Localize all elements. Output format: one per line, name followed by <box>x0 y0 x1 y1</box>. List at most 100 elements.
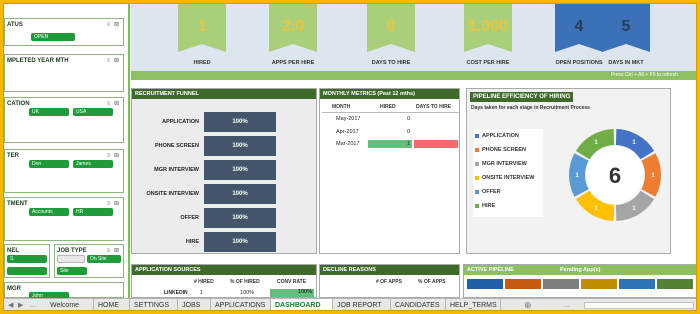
legend-label: MGR INTERVIEW <box>482 161 527 167</box>
sheet-tab-welcome[interactable]: Welcome <box>46 299 94 310</box>
slicer-manager[interactable]: MGR John <box>4 282 124 300</box>
legend-label: APPLICATION <box>482 133 519 139</box>
filter-clear-icon[interactable]: ≡ ⊠ <box>107 21 120 28</box>
kpi-label: APPS PER HIRE <box>271 60 315 66</box>
slicer-title: NEL <box>7 248 19 254</box>
kpi-label: HIRED <box>193 60 211 66</box>
kpi-banner: 1,000 <box>464 4 512 52</box>
legend-swatch <box>475 189 479 194</box>
slicer-completed-year-month[interactable]: MPLETED YEAR MTH ≡ ⊠ <box>4 54 124 92</box>
hired-cell: 1 <box>407 141 411 147</box>
slicer-chip-site[interactable]: Site <box>57 267 87 275</box>
tab-more-right-icon[interactable]: ... <box>564 299 570 310</box>
slicer-chip-s[interactable]: S <box>7 255 47 263</box>
kpi-value: 2.0 <box>281 18 305 35</box>
tab-more-left-icon[interactable]: ... <box>30 299 36 310</box>
filter-clear-icon[interactable]: ≡ ⊠ <box>107 247 120 254</box>
slicer-job-type[interactable]: JOB TYPE ≡ ⊠ On Site Site <box>54 244 124 278</box>
slicer-chip-on-site[interactable]: On Site <box>87 255 121 263</box>
slicer-chip-blank-job[interactable] <box>57 255 85 263</box>
legend-label: HIRE <box>482 203 496 209</box>
col-header-hired: HIRED <box>380 104 396 110</box>
funnel-bar: 100% <box>204 112 276 132</box>
section-divider <box>128 4 130 298</box>
sheet-tab-home[interactable]: HOME <box>94 299 130 310</box>
decline-reasons-panel: DECLINE REASONS # OF APPS % OF APPS <box>319 264 460 298</box>
monthly-metrics-panel: MONTHLY METRICS (Past 12 mths) MONTH HIR… <box>319 88 460 254</box>
kpi-value: 5 <box>621 18 631 35</box>
kpi-label: OPEN POSITIONS <box>555 60 603 66</box>
slicer-chip-james[interactable]: James <box>73 160 113 168</box>
tab-scroll-right-icon[interactable]: ▶ <box>18 299 23 310</box>
legend-swatch <box>475 203 479 208</box>
sheet-tab-dashboard[interactable]: DASHBOARD <box>271 299 333 310</box>
panel-title: DECLINE REASONS <box>320 265 459 275</box>
pipeline-stage-strip <box>543 279 579 289</box>
funnel-label: OFFER <box>180 215 199 221</box>
slicer-title: TMENT <box>7 201 28 207</box>
slicer-title: JOB TYPE <box>57 248 87 254</box>
sheet-tab-candidates[interactable]: CANDIDATES <box>391 299 446 310</box>
sheet-tab-job-report[interactable]: JOB REPORT <box>333 299 391 310</box>
col-header-hired: # HIRED <box>194 279 214 285</box>
slicer-location[interactable]: CATION ≡ ⊠ UK USA <box>4 97 124 143</box>
panel-title: MONTHLY METRICS (Past 12 mths) <box>320 89 459 99</box>
slicer-recruiter[interactable]: TER ≡ ⊠ Don James <box>4 149 124 193</box>
kpi-days-in-market: 5 DAYS IN MKT <box>602 4 650 66</box>
sheet-tab-settings[interactable]: SETTINGS <box>130 299 178 310</box>
slicer-chip-accounts[interactable]: Accounts <box>29 208 69 216</box>
kpi-days-to-hire: 0 DAYS TO HIRE <box>367 4 415 66</box>
kpi-label: COST PER HIRE <box>466 60 510 66</box>
slicer-chip-uk[interactable]: UK <box>29 108 69 116</box>
kpi-banner: 0 <box>367 4 415 52</box>
slicer-status[interactable]: ATUS ≡ ⊠ OPEN <box>4 18 124 46</box>
kpi-apps-per-hire: 2.0 APPS PER HIRE <box>269 4 317 66</box>
funnel-row: HIRE 100% <box>132 232 318 252</box>
col-header-pct-apps: % OF APPS <box>418 279 446 285</box>
sheet-tab-applications[interactable]: APPLICATIONS <box>211 299 271 310</box>
panel-title: ACTIVE PIPELINE Pending App(s) <box>464 265 696 275</box>
panel-title: APPLICATION SOURCES <box>132 265 316 275</box>
slicer-chip-don[interactable]: Don <box>29 160 69 168</box>
kpi-banner: 4 <box>555 4 603 52</box>
sheet-tab-help-terms[interactable]: HELP_TERMS <box>446 299 501 310</box>
sheet-tab-jobs[interactable]: JOBS <box>178 299 211 310</box>
filter-clear-icon[interactable]: ≡ ⊠ <box>107 152 120 159</box>
filter-clear-icon[interactable]: ≡ ⊠ <box>107 57 120 64</box>
col-header-num-apps: # OF APPS <box>376 279 402 285</box>
col-header-days-to-hire: DAYS TO HIRE <box>416 104 452 110</box>
slicer-chip-hr[interactable]: HR <box>73 208 113 216</box>
donut-slice <box>569 153 589 197</box>
horizontal-scrollbar[interactable] <box>584 302 694 309</box>
tab-scroll-left-icon[interactable]: ◀ <box>8 299 13 310</box>
slicer-chip-open[interactable]: OPEN <box>31 33 75 41</box>
slicer-panel: ATUS ≡ ⊠ OPEN MPLETED YEAR MTH ≡ ⊠ CATION ≡… <box>4 4 127 300</box>
legend-swatch <box>475 147 479 152</box>
slicer-channel[interactable]: NEL S <box>4 244 50 278</box>
days-databar <box>414 140 458 148</box>
slicer-title: TER <box>7 153 19 159</box>
panel-title: RECRUITMENT FUNNEL <box>132 89 316 99</box>
active-pipeline-title: ACTIVE PIPELINE <box>467 267 514 273</box>
funnel-row: OFFER 100% <box>132 208 318 228</box>
funnel-row: PHONE SCREEN 100% <box>132 136 318 156</box>
funnel-label: MGR INTERVIEW <box>154 167 199 173</box>
slicer-chip-usa[interactable]: USA <box>73 108 113 116</box>
legend-label: PHONE SCREEN <box>482 147 527 153</box>
funnel-bar: 100% <box>204 136 276 156</box>
kpi-label: DAYS TO HIRE <box>371 60 411 66</box>
legend-swatch <box>475 161 479 166</box>
pipeline-donut-chart: 1111116 <box>569 129 661 221</box>
kpi-banner: 5 <box>602 4 650 52</box>
filter-clear-icon[interactable]: ≡ ⊠ <box>107 200 120 207</box>
funnel-row: MGR INTERVIEW 100% <box>132 160 318 180</box>
slicer-department[interactable]: TMENT ≡ ⊠ Accounts HR <box>4 197 124 241</box>
legend-item-offer: OFFER <box>475 189 501 195</box>
funnel-label: ONSITE INTERVIEW <box>146 191 199 197</box>
kpi-value: 4 <box>574 18 584 35</box>
add-sheet-icon[interactable]: ⊕ <box>524 299 532 310</box>
kpi-hired: 1 HIRED <box>178 4 226 66</box>
filter-clear-icon[interactable]: ≡ ⊠ <box>107 100 120 107</box>
dashboard-window: ATUS ≡ ⊠ OPEN MPLETED YEAR MTH ≡ ⊠ CATION ≡… <box>3 3 697 311</box>
slicer-chip-blank[interactable] <box>7 267 47 275</box>
